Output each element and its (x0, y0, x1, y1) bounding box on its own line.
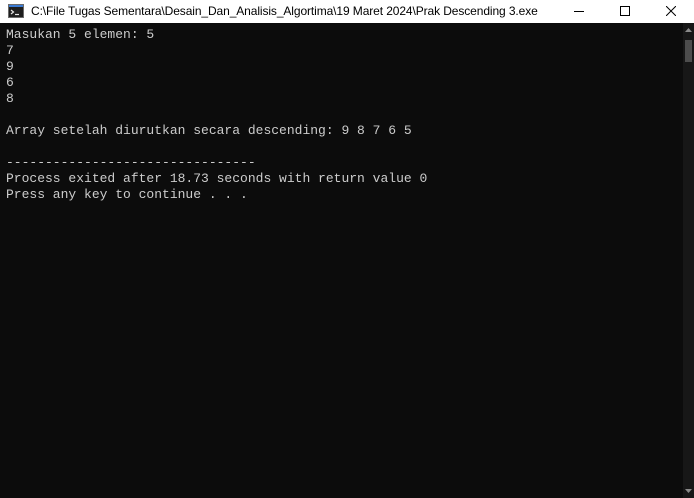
vertical-scrollbar[interactable] (683, 23, 694, 498)
console-output: Masukan 5 elemen: 5 7 9 6 8 Array setela… (6, 27, 427, 203)
close-icon (665, 3, 677, 21)
maximize-icon (620, 3, 630, 21)
title-bar[interactable]: C:\File Tugas Sementara\Desain_Dan_Anali… (0, 0, 694, 23)
console-line: Array setelah diurutkan secara descendin… (6, 123, 412, 138)
console-line: 8 (6, 91, 14, 106)
console-line: 9 (6, 59, 14, 74)
console-line: Press any key to continue . . . (6, 187, 248, 202)
scrollbar-thumb[interactable] (685, 40, 692, 62)
scroll-down-arrow-icon[interactable] (683, 484, 694, 498)
console-app-icon[interactable] (8, 3, 24, 19)
console-output-area[interactable]: Masukan 5 elemen: 5 7 9 6 8 Array setela… (0, 23, 683, 498)
console-line: -------------------------------- (6, 155, 256, 170)
window-title: C:\File Tugas Sementara\Desain_Dan_Anali… (31, 4, 538, 18)
console-line: 6 (6, 75, 14, 90)
console-window: C:\File Tugas Sementara\Desain_Dan_Anali… (0, 0, 694, 498)
console-line: Masukan 5 elemen: 5 (6, 27, 155, 42)
scroll-up-arrow-icon[interactable] (683, 23, 694, 37)
minimize-icon (574, 3, 584, 21)
console-line: 7 (6, 43, 14, 58)
console-line: Process exited after 18.73 seconds with … (6, 171, 428, 186)
minimize-button[interactable] (556, 0, 602, 23)
close-button[interactable] (648, 0, 694, 23)
maximize-button[interactable] (602, 0, 648, 23)
